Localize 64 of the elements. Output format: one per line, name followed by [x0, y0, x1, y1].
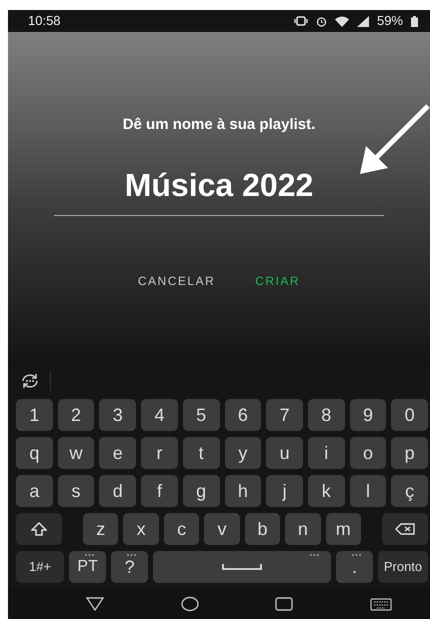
key[interactable]: 7 [266, 399, 303, 431]
key[interactable]: z [83, 513, 118, 545]
wifi-icon [334, 16, 349, 26]
sync-icon [20, 373, 40, 389]
key[interactable]: 5 [182, 399, 220, 431]
key[interactable]: s [58, 475, 94, 507]
shift-icon [31, 522, 48, 536]
vibrate-icon [294, 16, 308, 26]
key[interactable]: 8 [308, 399, 345, 431]
key[interactable]: o [350, 437, 386, 469]
key[interactable]: l [350, 475, 386, 507]
key[interactable]: q [16, 437, 53, 469]
dialog-title: Dê um nome à sua playlist. [122, 115, 316, 135]
key[interactable]: t [182, 437, 220, 469]
key[interactable]: ç [391, 475, 428, 507]
home-icon[interactable] [180, 596, 199, 612]
battery-percent: 59% [376, 12, 403, 30]
key[interactable]: w [58, 437, 94, 469]
key[interactable]: . [336, 551, 373, 583]
key[interactable]: m [326, 513, 361, 545]
key[interactable]: x [123, 513, 159, 545]
key[interactable]: g [182, 475, 220, 507]
key[interactable]: y [224, 437, 262, 469]
key[interactable]: d [99, 475, 136, 507]
key[interactable]: c [164, 513, 200, 545]
annotation-arrow-icon [358, 102, 430, 176]
signal-icon [356, 16, 369, 26]
key[interactable]: a [16, 475, 53, 507]
key[interactable]: b [244, 513, 280, 545]
recents-icon[interactable] [275, 597, 294, 611]
backspace-icon [395, 523, 416, 535]
keyboard-icon[interactable] [370, 598, 392, 610]
back-icon[interactable] [86, 597, 104, 611]
create-button[interactable]: CRIAR [247, 268, 308, 294]
key[interactable]: 3 [99, 399, 136, 431]
alarm-icon [316, 16, 327, 26]
key[interactable]: h [224, 475, 262, 507]
key[interactable]: 1 [16, 399, 53, 431]
key[interactable]: 9 [350, 399, 386, 431]
playlist-name-field[interactable]: Música 2022 [54, 160, 384, 216]
key[interactable]: k [308, 475, 345, 507]
key[interactable]: u [266, 437, 303, 469]
mode-key[interactable]: 1#+ [16, 551, 64, 583]
key[interactable]: PT [69, 551, 106, 583]
key[interactable]: 2 [58, 399, 94, 431]
cancel-button[interactable]: CANCELAR [130, 268, 224, 294]
key[interactable]: 6 [224, 399, 262, 431]
key[interactable]: 0 [391, 399, 428, 431]
key[interactable]: ? [111, 551, 148, 583]
battery-icon [411, 16, 418, 26]
key[interactable]: 4 [141, 399, 178, 431]
key[interactable]: p [391, 437, 428, 469]
done-key[interactable]: Pronto [378, 551, 428, 583]
backspace-key[interactable] [382, 513, 428, 545]
key[interactable]: i [308, 437, 345, 469]
key[interactable]: f [141, 475, 178, 507]
key[interactable]: v [204, 513, 240, 545]
space-icon [222, 563, 262, 571]
key[interactable]: j [266, 475, 303, 507]
key[interactable]: e [99, 437, 136, 469]
key[interactable]: n [285, 513, 321, 545]
key[interactable]: r [141, 437, 178, 469]
shift-key[interactable] [16, 513, 62, 545]
clock-time: 10:58 [28, 12, 61, 30]
